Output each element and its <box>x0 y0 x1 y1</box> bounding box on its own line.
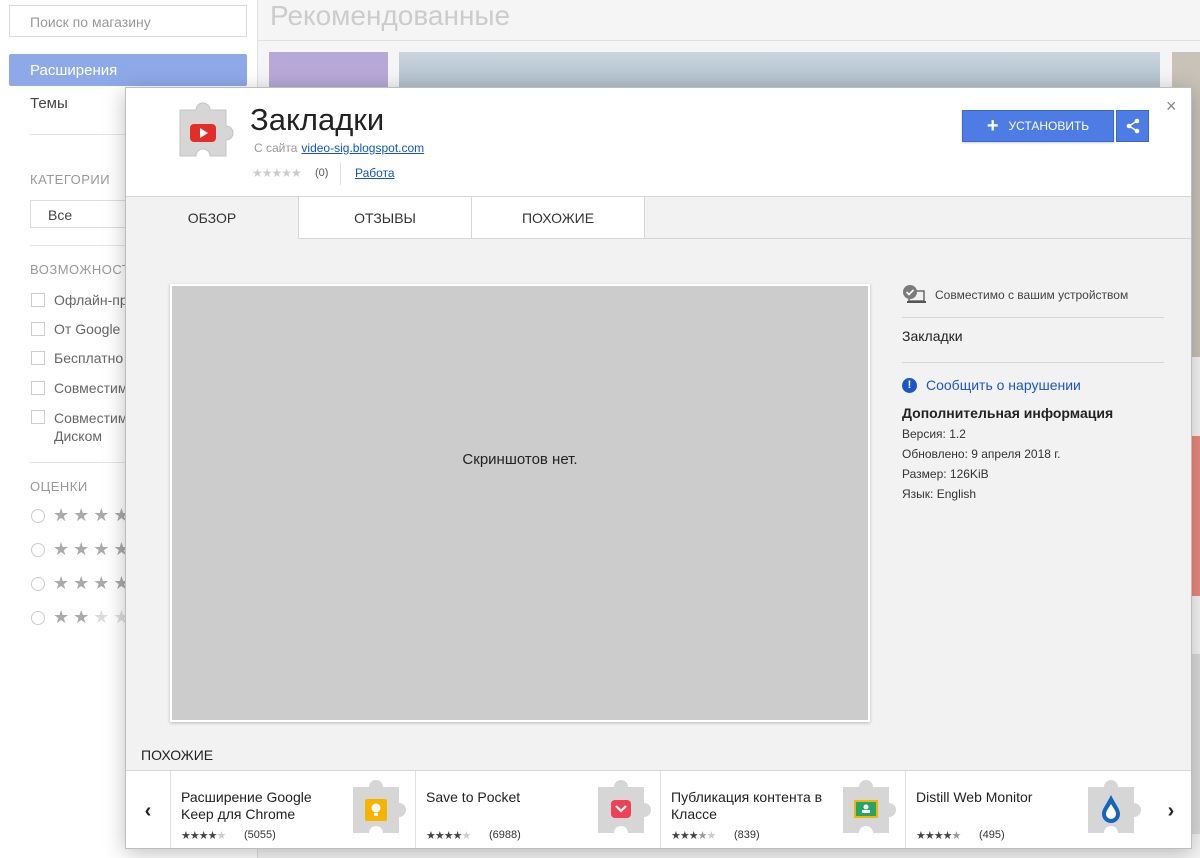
similar-name: Save to Pocket <box>426 789 521 805</box>
ratings-heading: ОЦЕНКИ <box>30 479 88 494</box>
compatible-text: Совместимо с вашим устройством <box>935 288 1129 302</box>
similar-name: Публикация контента в Классе <box>671 789 823 822</box>
divider <box>340 163 341 185</box>
rating-filter-1[interactable]: ★ ★ ★ ★ <box>31 607 134 628</box>
rating-filter-2[interactable]: ★ ★ ★ ★ <box>31 573 134 594</box>
pocket-icon <box>598 780 651 833</box>
similar-stars: ★★★★★ <box>671 830 716 842</box>
checkbox[interactable] <box>31 293 45 307</box>
close-icon[interactable]: × <box>1166 96 1177 117</box>
radio[interactable] <box>31 508 45 523</box>
similar-heading: ПОХОЖИЕ <box>141 747 214 763</box>
feature-drive[interactable]: Совместим Диском <box>31 409 128 445</box>
dialog-header: Закладки С сайта video-sig.blogspot.com ★… <box>126 88 1191 197</box>
feature-by-google[interactable]: От Google <box>31 321 120 337</box>
similar-count: (839) <box>734 829 760 841</box>
rating-filter-4[interactable]: ★ ★ ★ ★ <box>31 505 134 526</box>
checkbox[interactable] <box>31 381 45 395</box>
install-label: УСТАНОВИТЬ <box>1008 119 1090 133</box>
extension-title: Закладки <box>250 102 385 137</box>
tab-reviews[interactable]: ОТЗЫВЫ <box>299 197 472 239</box>
similar-name: Distill Web Monitor <box>916 789 1033 805</box>
report-label: Сообщить о нарушении <box>926 377 1081 393</box>
feature-label: Совместим Диском <box>54 410 128 444</box>
rating-filter-3[interactable]: ★ ★ ★ ★ <box>31 539 134 560</box>
checkbox[interactable] <box>31 351 45 365</box>
from-site: С сайта video-sig.blogspot.com <box>254 141 424 155</box>
search-input[interactable]: Поиск по магазину <box>9 5 247 37</box>
details-sidebar: Совместимо с вашим устройством Закладки … <box>902 283 1164 501</box>
screenshot-placeholder: Скриншотов нет. <box>170 284 870 722</box>
additional-info-heading: Дополнительная информация <box>902 405 1114 421</box>
carousel-prev-button[interactable]: ‹ <box>126 771 170 848</box>
radio[interactable] <box>31 610 45 625</box>
info-language: Язык: English <box>902 487 977 501</box>
similar-stars: ★★★★★ <box>916 830 961 842</box>
report-abuse-link[interactable]: ! Сообщить о нарушении <box>902 377 1164 393</box>
from-site-label: С сайта <box>254 141 298 155</box>
tab-bar: ОБЗОР ОТЗЫВЫ ПОХОЖИЕ <box>126 197 1191 239</box>
feature-label: Совместим <box>54 380 128 396</box>
share-button[interactable] <box>1116 110 1149 142</box>
tab-overview[interactable]: ОБЗОР <box>126 197 299 239</box>
plus-icon: + <box>986 115 999 137</box>
alert-icon: ! <box>902 377 917 393</box>
similar-card[interactable]: Расширение Google Keep для Chrome ★★★★★ … <box>170 771 415 848</box>
featured-tile[interactable] <box>269 52 388 92</box>
feature-compatible[interactable]: Совместим <box>31 380 127 396</box>
feature-label: Бесплатно <box>54 350 124 366</box>
info-size: Размер: 126KiB <box>902 467 989 481</box>
similar-card[interactable]: Distill Web Monitor ★★★★★ (495) <box>905 771 1150 848</box>
install-button[interactable]: + УСТАНОВИТЬ <box>962 110 1114 142</box>
featured-banner[interactable] <box>399 52 1160 92</box>
similar-count: (5055) <box>244 829 276 841</box>
nav-themes[interactable]: Темы <box>30 95 68 112</box>
similar-stars: ★★★★★ <box>426 830 471 842</box>
divider <box>902 362 1164 363</box>
share-icon <box>1126 118 1139 134</box>
features-heading: ВОЗМОЖНОСТИ <box>30 262 141 277</box>
chevron-left-icon: ‹ <box>144 799 152 822</box>
category-link[interactable]: Работа <box>355 166 395 180</box>
similar-stars: ★★★★★ <box>181 830 226 842</box>
recommended-title: Рекомендованные <box>270 0 511 31</box>
carousel-next-button[interactable]: › <box>1149 771 1191 848</box>
similar-count: (6988) <box>489 829 521 841</box>
site-link[interactable]: video-sig.blogspot.com <box>301 141 424 155</box>
feature-label: От Google <box>54 321 121 337</box>
compatibility-status: Совместимо с вашим устройством <box>902 283 1164 307</box>
similar-count: (495) <box>979 829 1005 841</box>
feature-offline[interactable]: Офлайн-пр <box>31 292 128 308</box>
similar-carousel: ‹ Расширение Google Keep для Chrome ★★★★… <box>126 770 1191 848</box>
chevron-right-icon: › <box>1167 799 1175 822</box>
info-version: Версия: 1.2 <box>902 427 966 441</box>
rating-count[interactable]: (0) <box>315 167 328 179</box>
radio[interactable] <box>31 576 45 591</box>
tab-related[interactable]: ПОХОЖИЕ <box>472 197 645 239</box>
similar-name: Расширение Google Keep для Chrome <box>181 789 312 822</box>
compatible-device-icon <box>903 285 926 303</box>
divider <box>258 40 1200 41</box>
info-updated: Обновлено: 9 апреля 2018 г. <box>902 447 1061 461</box>
extension-detail-dialog: Закладки С сайта video-sig.blogspot.com ★… <box>125 87 1192 849</box>
nav-extensions[interactable]: Расширения <box>9 54 247 86</box>
classroom-icon <box>843 780 896 833</box>
extension-name-side: Закладки <box>902 328 963 344</box>
extension-puzzle-icon <box>179 102 234 157</box>
rating-stars: ★★★★★ <box>252 166 302 180</box>
no-screenshots-text: Скриншотов нет. <box>462 450 578 468</box>
radio[interactable] <box>31 542 45 557</box>
feature-free[interactable]: Бесплатно <box>31 350 123 366</box>
categories-heading: КАТЕГОРИИ <box>30 172 111 187</box>
keep-icon <box>353 780 406 833</box>
distill-icon <box>1088 780 1141 833</box>
feature-label: Офлайн-пр <box>54 292 128 308</box>
similar-card[interactable]: Публикация контента в Классе ★★★★★ (839) <box>660 771 905 848</box>
checkbox[interactable] <box>31 322 45 336</box>
similar-card[interactable]: Save to Pocket ★★★★★ (6988) <box>415 771 660 848</box>
